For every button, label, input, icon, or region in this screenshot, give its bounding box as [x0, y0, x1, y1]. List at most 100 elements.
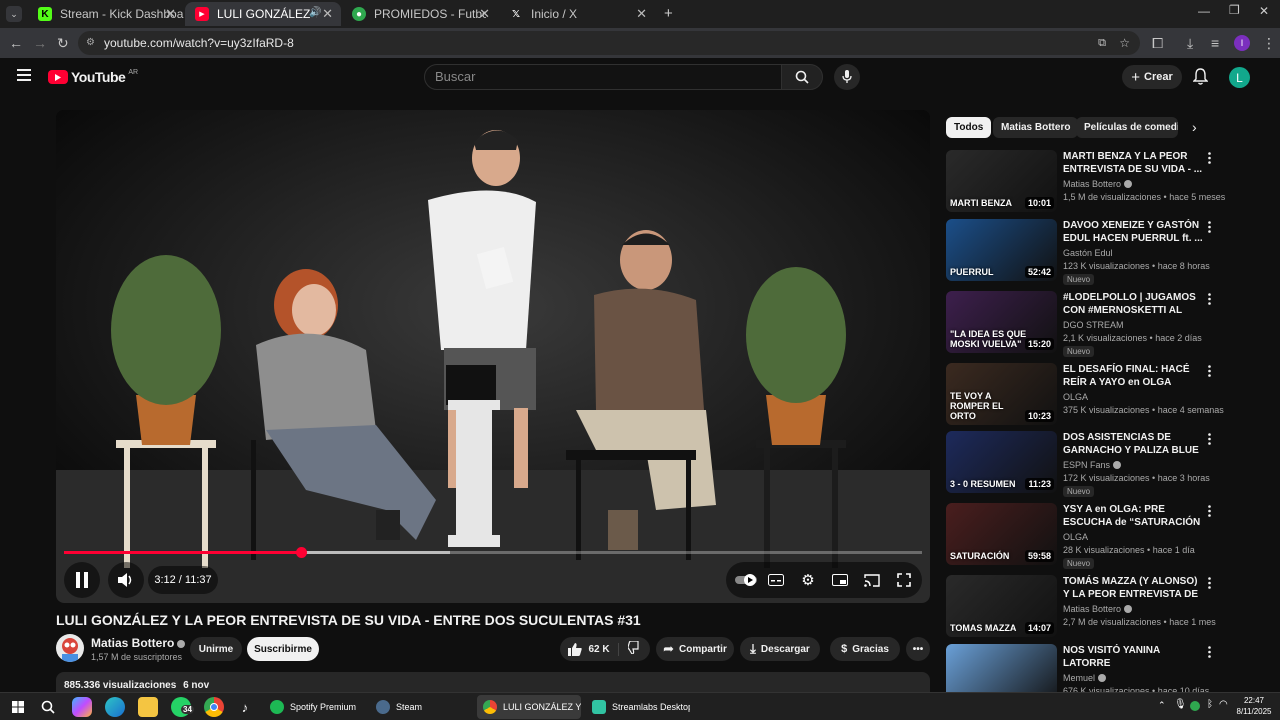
mute-button[interactable]	[108, 562, 144, 598]
more-vertical-icon[interactable]	[1204, 151, 1214, 165]
close-tab-icon[interactable]: ✕	[636, 6, 647, 22]
video-thumbnail[interactable]: "LA IDEA ES QUE MOSKI VUELVA" 15:20	[946, 291, 1057, 353]
copilot-icon[interactable]	[72, 697, 92, 717]
more-vertical-icon[interactable]	[1204, 220, 1214, 234]
address-bar[interactable]: ⚙ youtube.com/watch?v=uy3zIfaRD-8 ⧉ ☆	[78, 31, 1140, 55]
related-video-title[interactable]: #LODELPOLLO | JUGAMOS CON #MERNOSKETTI A…	[1063, 291, 1203, 317]
downloads-icon[interactable]: ⤓	[1187, 35, 1193, 51]
tab-youtube[interactable]: ▶ LULI GONZÁLEZ Y LA PEOR 🔊 ✕	[185, 2, 341, 26]
new-tab-icon[interactable]: +	[664, 5, 673, 22]
notifications-bell-icon[interactable]	[1192, 68, 1209, 90]
related-video-card[interactable]: SATURACIÓN 59:58 YSY A en OLGA: PRE ESCUCH…	[946, 503, 1220, 569]
file-explorer-icon[interactable]	[138, 697, 158, 717]
related-video-channel[interactable]: Gastón Edul	[1063, 248, 1113, 258]
related-video-card[interactable]: TE VOY A ROMPER EL ORTO 10:23 EL DESAFÍO F…	[946, 363, 1224, 429]
close-window-icon[interactable]: ✕	[1259, 4, 1269, 18]
progress-scrubber-handle[interactable]	[295, 547, 307, 558]
close-tab-icon[interactable]: ✕	[479, 6, 490, 22]
more-vertical-icon[interactable]	[1204, 576, 1214, 590]
related-video-channel[interactable]: ESPN Fans	[1063, 460, 1122, 470]
taskbar-window-chrome-youtube[interactable]: LULI GONZÁLEZ Y ...	[477, 695, 581, 719]
related-video-card[interactable]: TOMAS MAZZA 14:07 TOMÁS MAZZA (Y ALONSO) Y…	[946, 575, 1220, 641]
tab-kick[interactable]: K Stream - Kick Dashboard ✕	[28, 2, 184, 26]
search-input[interactable]: Buscar	[424, 64, 782, 90]
related-video-title[interactable]: MARTI BENZA Y LA PEOR ENTREVISTA DE SU V…	[1063, 150, 1203, 176]
related-video-card[interactable]: PUERRUL 52:42 DAVOO XENEIZE Y GASTÓN EDUL …	[946, 219, 1220, 285]
related-video-channel[interactable]: DGO STREAM	[1063, 320, 1124, 330]
more-actions-button[interactable]: •••	[906, 637, 930, 661]
share-button[interactable]: ➦ Compartir	[656, 637, 734, 661]
bookmark-star-icon[interactable]: ☆	[1119, 31, 1130, 55]
related-video-channel[interactable]: Matias Bottero	[1063, 179, 1133, 189]
video-thumbnail[interactable]: 3 - 0 RESUMEN 11:23	[946, 431, 1057, 493]
related-video-title[interactable]: DAVOO XENEIZE Y GASTÓN EDUL HACEN PUERRU…	[1063, 219, 1203, 245]
related-video-channel[interactable]: OLGA	[1063, 392, 1088, 402]
microphone-icon[interactable]: 🎙	[1174, 699, 1187, 710]
media-control-icon[interactable]: ≡	[1211, 35, 1219, 51]
account-avatar[interactable]: L	[1229, 67, 1250, 88]
video-thumbnail[interactable]: TOMAS MAZZA 14:07	[946, 575, 1057, 637]
back-icon[interactable]: ←	[9, 35, 23, 51]
edge-icon[interactable]	[105, 697, 125, 717]
video-thumbnail[interactable]: MARTI BENZA 10:01	[946, 150, 1057, 212]
tiktok-icon[interactable]: ♪	[235, 697, 255, 717]
minimize-icon[interactable]: —	[1198, 4, 1210, 18]
related-video-channel[interactable]: OLGA	[1063, 532, 1088, 542]
related-video-title[interactable]: YSY A en OLGA: PRE ESCUCHA de “SATURACIÓ…	[1063, 503, 1203, 529]
forward-icon[interactable]: →	[33, 35, 47, 51]
related-video-channel[interactable]: Matias Bottero	[1063, 604, 1133, 614]
install-app-icon[interactable]: ⧉	[1098, 31, 1106, 55]
video-progress-bar[interactable]	[64, 547, 922, 558]
chevron-right-icon[interactable]: ›	[1192, 119, 1197, 135]
subscribe-button[interactable]: Suscribirme	[247, 637, 319, 661]
close-tab-icon[interactable]: ✕	[165, 6, 176, 22]
miniplayer-icon[interactable]	[830, 570, 850, 590]
channel-name[interactable]: Matias Bottero	[91, 636, 186, 650]
video-thumbnail[interactable]: SATURACIÓN 59:58	[946, 503, 1057, 565]
related-video-title[interactable]: EL DESAFÍO FINAL: HACÉ REÍR A YAYO en OL…	[1063, 363, 1203, 389]
tab-x[interactable]: 𝕏 Inicio / X ✕	[499, 2, 655, 26]
hamburger-menu-icon[interactable]	[17, 68, 31, 86]
settings-gear-icon[interactable]: ⚙	[798, 570, 818, 590]
reload-icon[interactable]: ↻	[57, 35, 69, 51]
taskbar-window-streamlabs[interactable]: Streamlabs Desktop	[586, 695, 690, 719]
windows-start-icon[interactable]	[8, 697, 28, 717]
more-vertical-icon[interactable]	[1204, 504, 1214, 518]
chip-peliculas-comedia[interactable]: Películas de comedia	[1076, 117, 1178, 138]
close-tab-icon[interactable]: ✕	[322, 6, 333, 22]
tab-promiedos[interactable]: ● PROMIEDOS - Futbol Argentino ✕	[342, 2, 498, 26]
voice-search-button[interactable]	[834, 64, 860, 90]
taskbar-window-steam[interactable]: Steam	[370, 695, 470, 719]
extensions-icon[interactable]: ⧠	[1152, 35, 1163, 51]
related-video-card[interactable]: 3 - 0 RESUMEN 11:23 DOS ASISTENCIAS DE GAR…	[946, 431, 1220, 497]
more-vertical-icon[interactable]	[1204, 292, 1214, 306]
browser-menu-icon[interactable]: ⋮	[1262, 35, 1276, 51]
taskbar-window-spotify[interactable]: Spotify Premium	[264, 695, 364, 719]
related-video-card[interactable]: "LA IDEA ES QUE MOSKI VUELVA" 15:20 #LODEL…	[946, 291, 1220, 357]
chip-todos[interactable]: Todos	[946, 117, 992, 138]
more-vertical-icon[interactable]	[1204, 432, 1214, 446]
download-button[interactable]: ⤓ Descargar	[740, 637, 820, 661]
site-info-icon[interactable]: ⚙	[86, 31, 95, 55]
youtube-logo[interactable]: YouTube AR	[48, 69, 138, 85]
autoplay-toggle[interactable]	[734, 570, 758, 590]
whatsapp-icon[interactable]: 34	[171, 697, 194, 717]
fullscreen-icon[interactable]	[894, 570, 914, 590]
pause-button[interactable]	[64, 562, 100, 598]
tray-chevron-icon[interactable]: ⌃	[1158, 700, 1166, 711]
related-video-title[interactable]: DOS ASISTENCIAS DE GARNACHO Y PALIZA BLU…	[1063, 431, 1203, 457]
audio-playing-icon[interactable]: 🔊	[309, 7, 321, 18]
more-vertical-icon[interactable]	[1204, 645, 1214, 659]
cast-icon[interactable]	[862, 570, 882, 590]
subtitles-icon[interactable]	[766, 570, 786, 590]
create-button[interactable]: + Crear	[1122, 65, 1182, 89]
related-video-channel[interactable]: Memuel	[1063, 673, 1107, 683]
join-button[interactable]: Unirme	[190, 637, 242, 661]
dislike-button[interactable]	[624, 640, 642, 657]
chrome-icon[interactable]	[204, 697, 224, 717]
chip-matias-bottero[interactable]: Matias Bottero	[993, 117, 1079, 138]
profile-avatar[interactable]: I	[1234, 35, 1250, 51]
system-clock[interactable]: 22:47 8/11/2025	[1232, 695, 1276, 717]
video-thumbnail[interactable]: PUERRUL 52:42	[946, 219, 1057, 281]
search-icon[interactable]	[38, 697, 58, 717]
